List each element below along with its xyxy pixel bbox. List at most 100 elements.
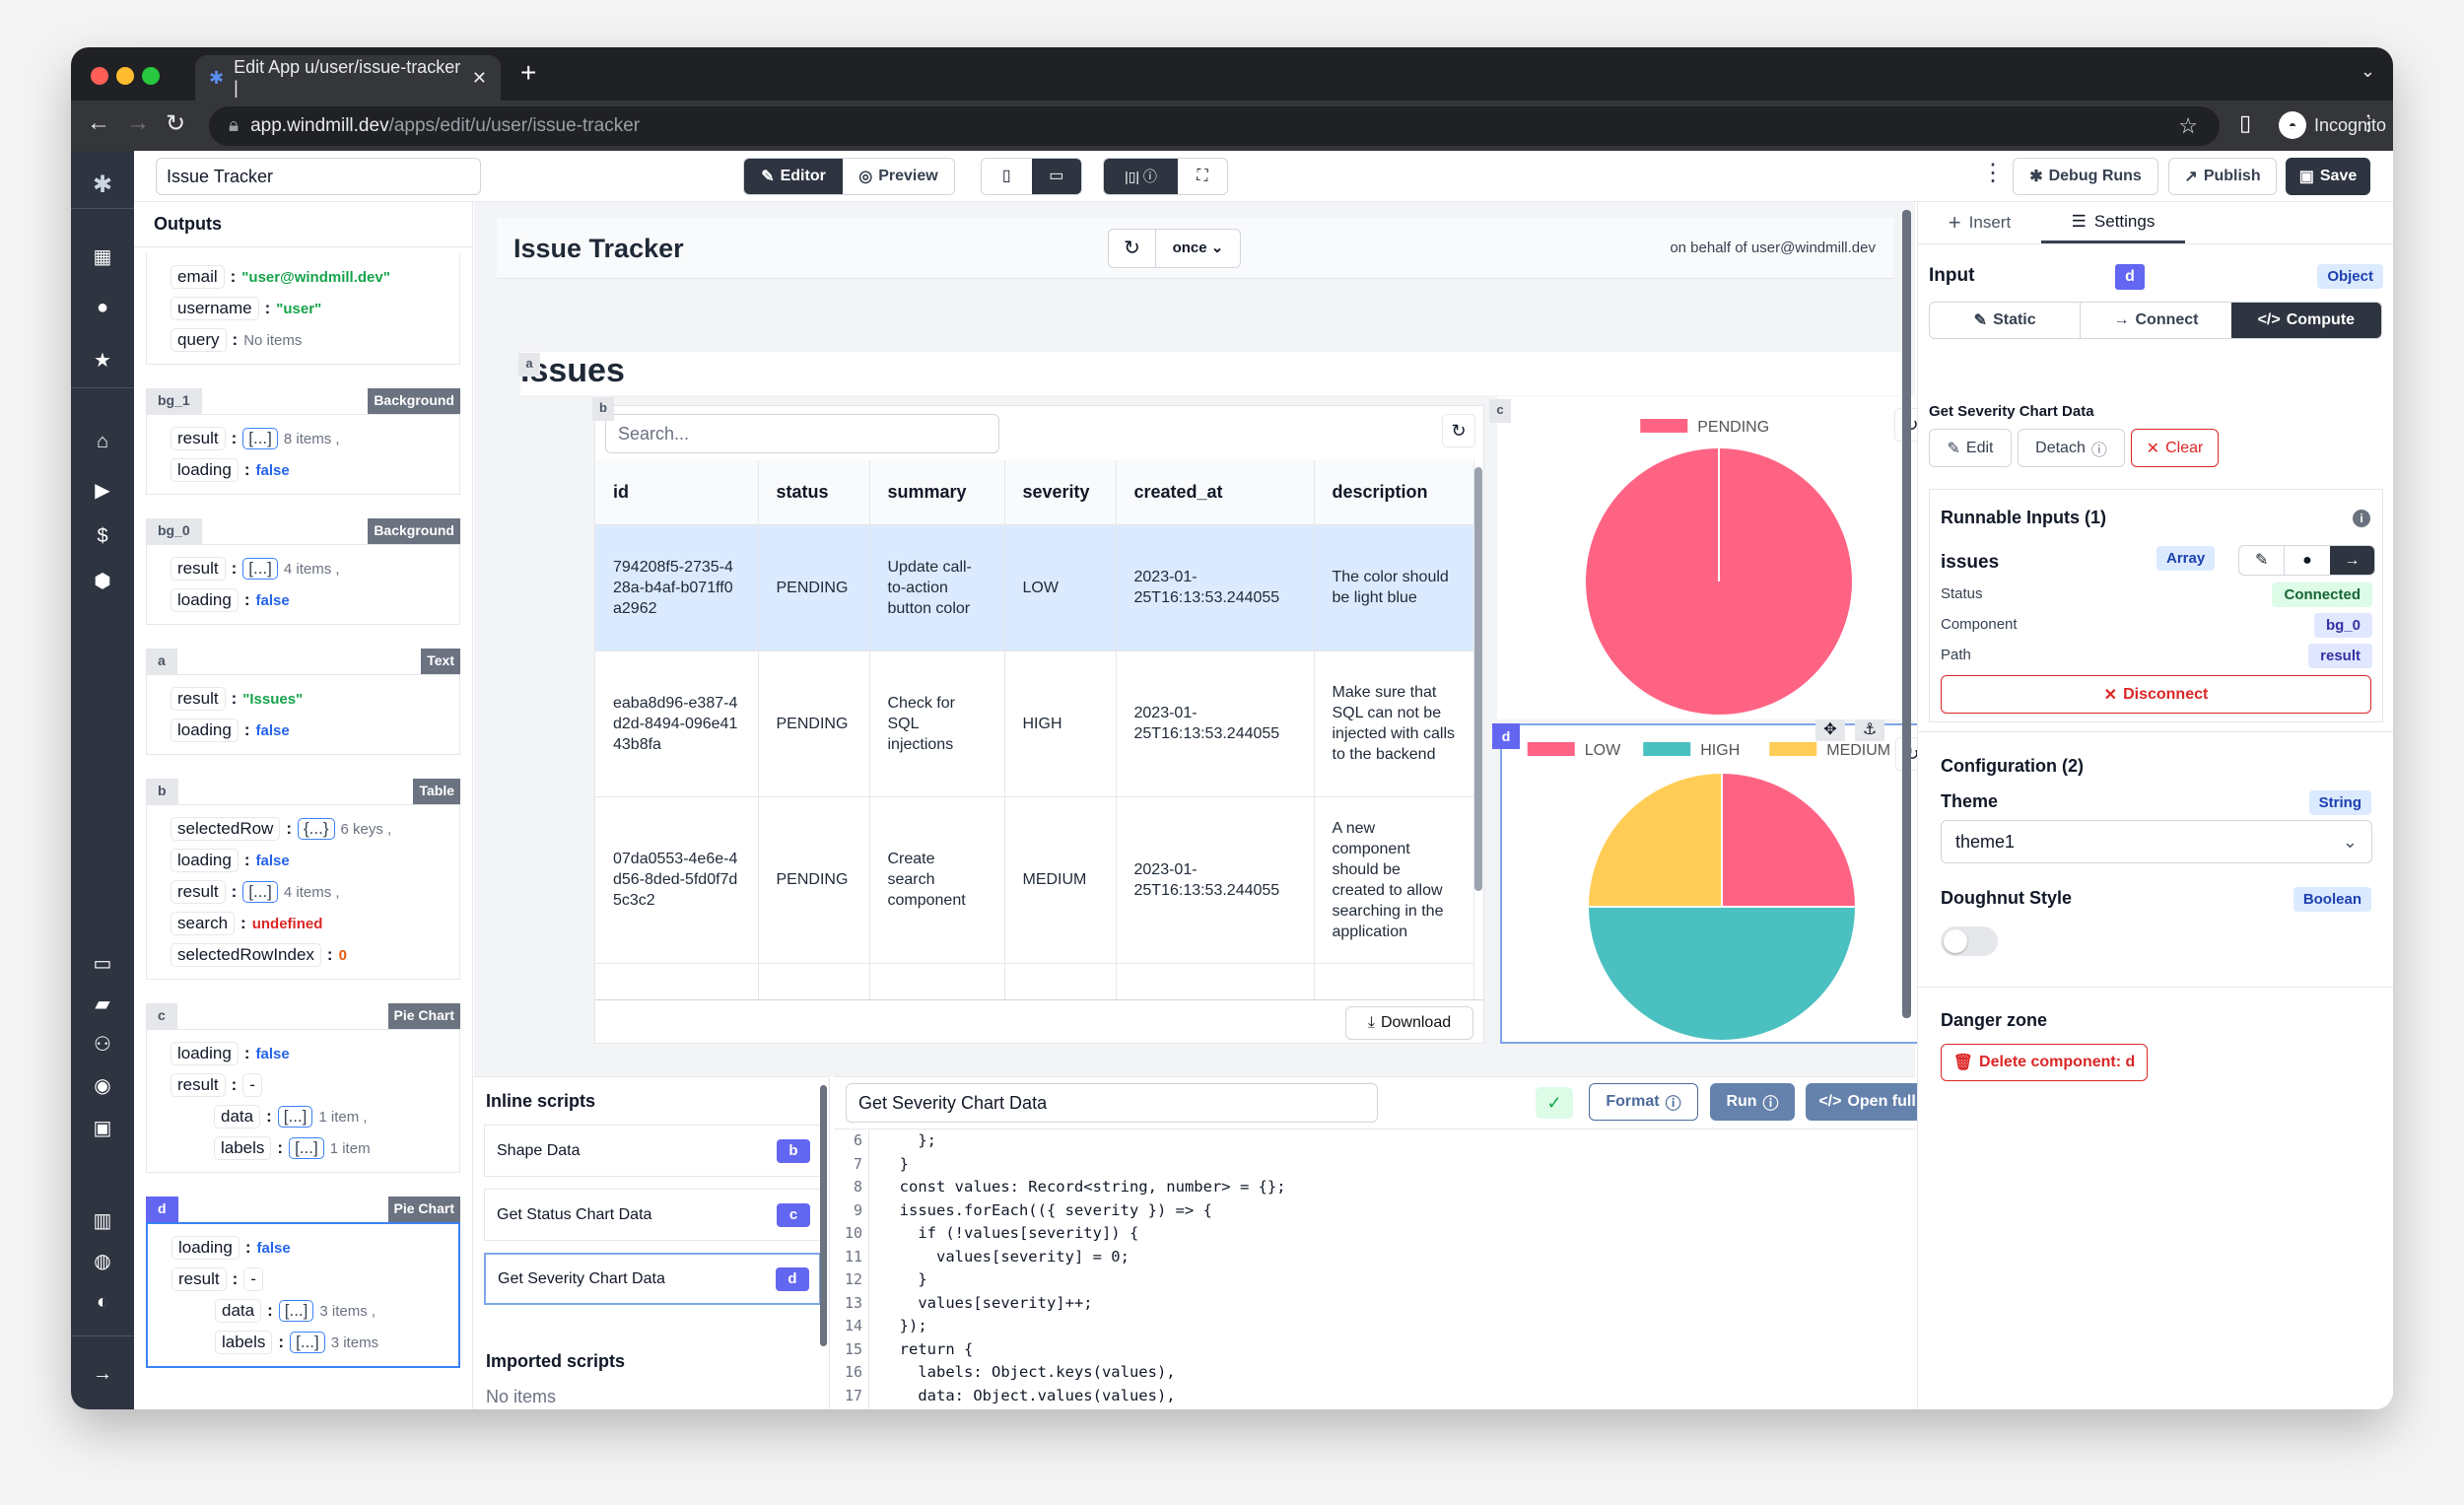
component-id[interactable]: d xyxy=(146,1197,178,1222)
legend-label[interactable]: HIGH xyxy=(1700,742,1740,759)
close-window-button[interactable] xyxy=(91,67,108,85)
star-icon[interactable]: ★ xyxy=(71,348,134,373)
resources-icon[interactable]: ⬢ xyxy=(71,569,134,593)
windmill-logo-icon[interactable]: ✱ xyxy=(71,171,134,199)
column-header-severity[interactable]: severity xyxy=(1004,460,1117,524)
output-key[interactable]: result xyxy=(171,557,226,581)
back-icon[interactable]: ← xyxy=(87,109,110,137)
component-label-b[interactable]: b xyxy=(592,397,614,421)
output-key[interactable]: selectedRow xyxy=(171,817,281,841)
pencil-icon[interactable]: ✎ xyxy=(2239,546,2286,575)
expand-toggle[interactable]: [...] xyxy=(277,1106,313,1128)
tab-insert[interactable]: + Insert xyxy=(1918,202,2041,243)
output-key[interactable]: loading xyxy=(171,458,239,482)
output-key[interactable]: search xyxy=(171,912,236,935)
legend-swatch[interactable] xyxy=(1640,419,1688,433)
output-key[interactable]: result xyxy=(171,1267,227,1291)
output-key[interactable]: email xyxy=(171,265,225,289)
debug-runs-button[interactable]: ✱ Debug Runs xyxy=(2013,158,2158,195)
more-menu-icon[interactable]: ⋮ xyxy=(1981,159,2005,187)
delete-component-button[interactable]: 🗑︎ Delete component: d xyxy=(1941,1044,2148,1081)
eye-icon[interactable]: ◉ xyxy=(71,1073,134,1098)
component-id[interactable]: bg_1 xyxy=(146,388,202,414)
script-name-input[interactable]: Get Severity Chart Data xyxy=(846,1083,1378,1123)
move-handle-icon[interactable]: ✥ xyxy=(1815,719,1845,741)
expand-toggle[interactable]: [...] xyxy=(289,1137,324,1159)
book-icon[interactable]: ▥ xyxy=(71,1208,134,1233)
disconnect-button[interactable]: ✕ Disconnect xyxy=(1941,675,2371,714)
dollar-icon[interactable]: $ xyxy=(71,525,134,548)
expand-toggle[interactable]: [...] xyxy=(242,881,278,903)
column-header-id[interactable]: id xyxy=(595,460,759,524)
minimize-window-button[interactable] xyxy=(116,67,134,85)
user-icon[interactable]: ● xyxy=(2285,546,2329,575)
expand-toggle[interactable]: [...] xyxy=(278,1300,314,1322)
side-panel-icon[interactable]: ▯ xyxy=(2239,110,2251,136)
fullscreen-icon[interactable]: ⛶ xyxy=(1178,159,1227,194)
groups-icon[interactable]: ⚇ xyxy=(71,1032,134,1057)
output-key[interactable]: result xyxy=(171,880,226,904)
preview-tab[interactable]: ◎ Preview xyxy=(843,159,954,194)
close-tab-icon[interactable]: ✕ xyxy=(472,68,487,89)
publish-button[interactable]: ↗ Publish xyxy=(2168,158,2277,195)
reload-icon[interactable]: ↻ xyxy=(166,109,185,138)
arrow-right-icon[interactable]: → xyxy=(2329,546,2374,575)
doughnut-style-toggle[interactable] xyxy=(1941,926,1998,956)
info-icon[interactable]: i xyxy=(2353,510,2370,527)
forward-icon[interactable]: → xyxy=(126,109,150,137)
column-header-created_at[interactable]: created_at xyxy=(1116,460,1315,524)
output-collapsed[interactable]: - xyxy=(243,1267,263,1291)
expand-toggle[interactable]: {...} xyxy=(298,818,335,840)
apps-icon[interactable]: ▦ xyxy=(71,244,134,269)
output-key[interactable]: query xyxy=(171,328,227,352)
fit-width-icon[interactable]: |▯| ⓘ xyxy=(1104,159,1178,194)
static-option[interactable]: ✎ Static xyxy=(1930,303,2082,338)
expand-toggle[interactable]: [...] xyxy=(242,428,278,449)
column-header-status[interactable]: status xyxy=(758,460,870,524)
output-collapsed[interactable]: - xyxy=(242,1073,262,1097)
refresh-icon[interactable]: ↻ xyxy=(1109,230,1156,267)
detach-button[interactable]: Detach ⓘ xyxy=(2018,429,2125,467)
output-key[interactable]: result xyxy=(171,687,226,711)
component-label-d[interactable]: d xyxy=(1492,723,1520,749)
tab-settings[interactable]: ☰ Settings xyxy=(2041,202,2185,243)
inline-script-item[interactable]: Shape Data b xyxy=(484,1125,821,1177)
mobile-icon[interactable]: ▯ xyxy=(982,159,1032,194)
editor-tab[interactable]: ✎ Editor xyxy=(744,159,843,194)
output-key[interactable]: loading xyxy=(171,1236,240,1260)
output-key[interactable]: labels xyxy=(215,1331,273,1354)
output-key[interactable]: labels xyxy=(214,1136,272,1160)
table-refresh-icon[interactable]: ↻ xyxy=(1442,414,1475,447)
table-row[interactable]: eaba8d96-e387-4d2d-8494-096e4143b8fa PEND… xyxy=(595,650,1474,796)
expand-toggle[interactable]: [...] xyxy=(290,1332,325,1353)
table-scrollbar[interactable] xyxy=(1474,467,1482,891)
home-icon[interactable]: ⌂ xyxy=(71,431,134,453)
table-row[interactable]: 794208f5-2735-428a-b4af-b071ff0a2962 PEND… xyxy=(595,523,1474,650)
expand-toggle[interactable]: [...] xyxy=(242,558,278,580)
pie-slice-high[interactable] xyxy=(1586,906,1858,1042)
url-field[interactable]: 🔒︎ app.windmill.dev/apps/edit/u/user/iss… xyxy=(209,106,2220,146)
legend-swatch[interactable] xyxy=(1769,742,1817,756)
output-key[interactable]: username xyxy=(171,297,259,320)
output-key[interactable]: data xyxy=(214,1105,261,1129)
output-key[interactable]: loading xyxy=(171,588,239,612)
browser-menu-icon[interactable]: ⋮ xyxy=(2358,110,2379,136)
table-row[interactable]: A Cross Origin xyxy=(595,962,1474,999)
github-icon[interactable]: ◐ xyxy=(71,1291,134,1314)
legend-label[interactable]: LOW xyxy=(1585,742,1621,759)
pie-slice-medium[interactable] xyxy=(1586,771,1723,908)
compute-option[interactable]: </> Compute xyxy=(2230,303,2381,338)
run-button[interactable]: Run ⓘ xyxy=(1710,1083,1795,1121)
browser-tab[interactable]: ✱ Edit App u/user/issue-tracker | ✕ xyxy=(195,55,501,101)
scripts-scrollbar[interactable] xyxy=(820,1085,827,1346)
legend-swatch[interactable] xyxy=(1527,742,1575,756)
legend-label[interactable]: MEDIUM xyxy=(1826,742,1890,759)
text-component-a[interactable]: Issues xyxy=(520,352,1906,395)
column-header-description[interactable]: description xyxy=(1314,460,1474,524)
component-id[interactable]: b xyxy=(146,779,178,804)
legend-swatch[interactable] xyxy=(1643,742,1691,756)
output-key[interactable]: result xyxy=(171,1073,226,1097)
app-name-input[interactable]: Issue Tracker xyxy=(156,158,481,195)
inline-script-item[interactable]: Get Status Chart Data c xyxy=(484,1189,821,1241)
inline-script-item[interactable]: Get Severity Chart Data d xyxy=(484,1253,821,1305)
